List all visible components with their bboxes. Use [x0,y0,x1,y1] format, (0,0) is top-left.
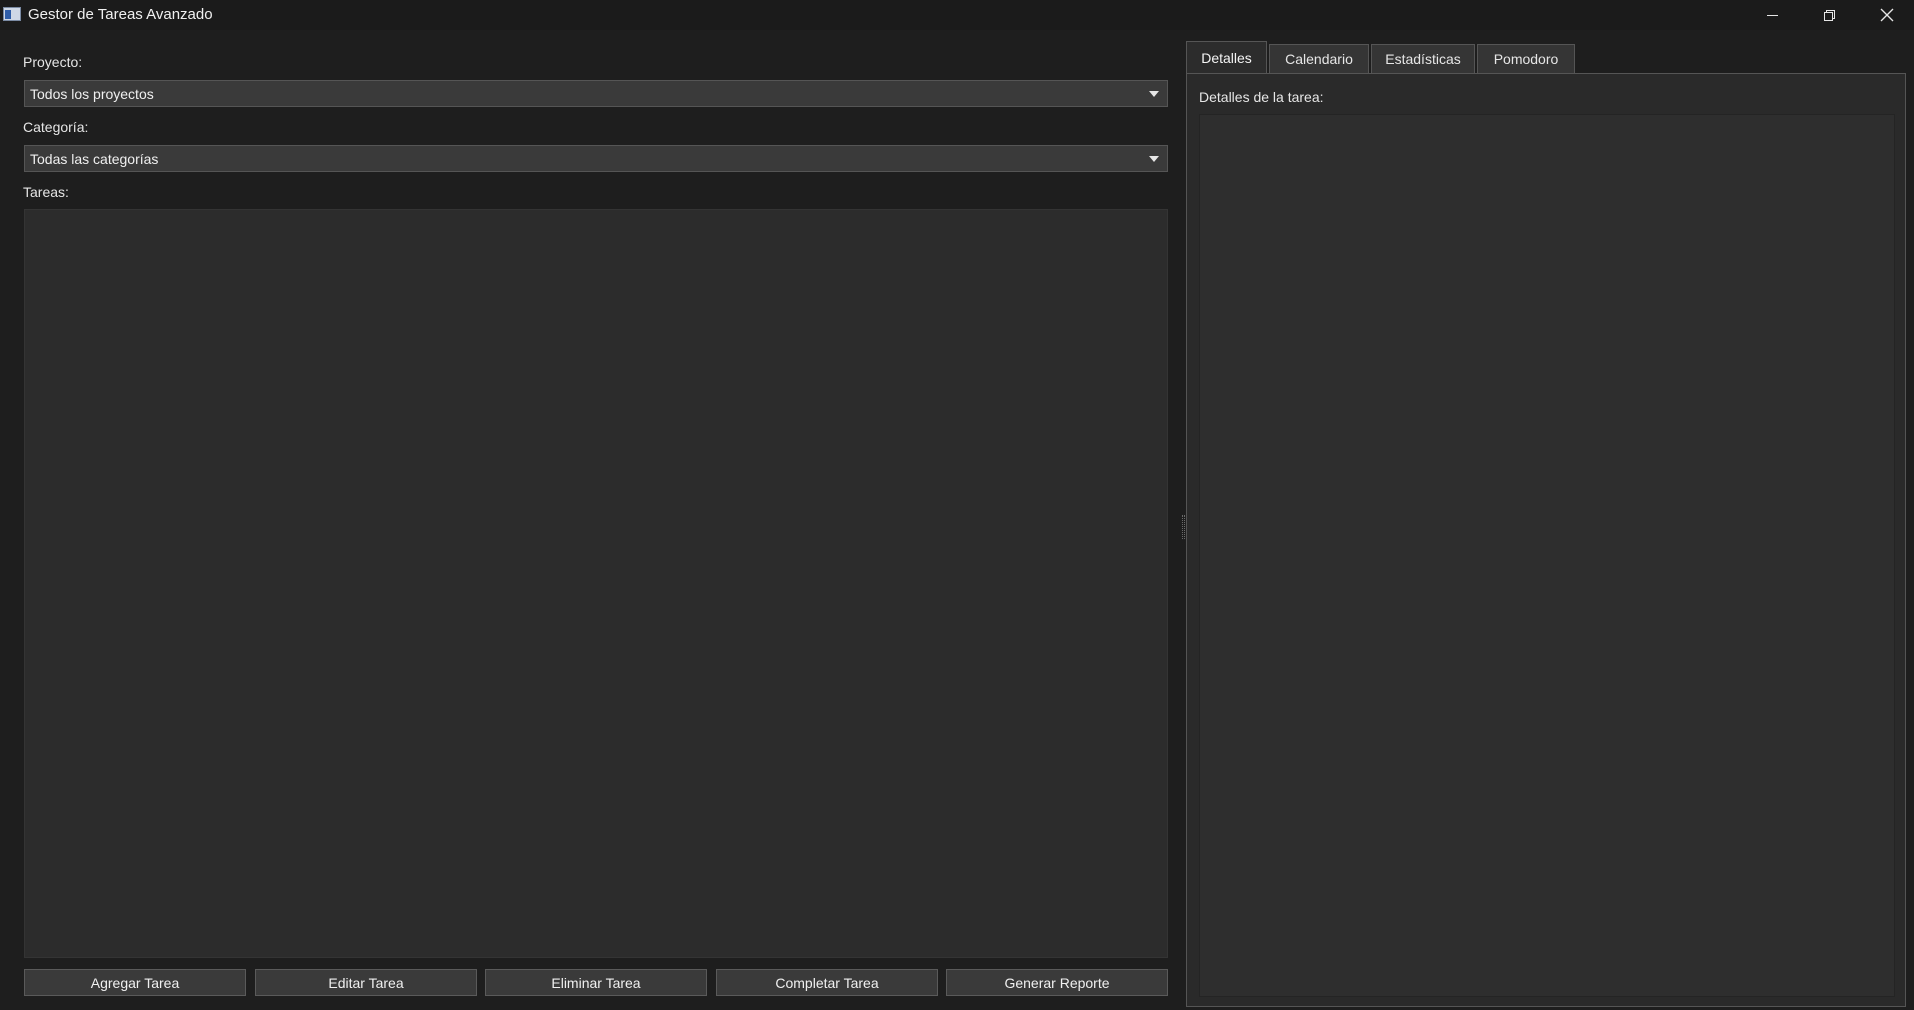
task-details-text[interactable] [1199,114,1895,997]
tasks-label: Tareas: [23,184,69,200]
chevron-down-icon [1149,156,1159,162]
category-select[interactable]: Todas las categorías [24,145,1168,172]
tab-calendar[interactable]: Calendario [1269,44,1369,73]
project-select-value: Todos los proyectos [30,86,154,102]
window-title: Gestor de Tareas Avanzado [28,6,213,23]
complete-task-button[interactable]: Completar Tarea [716,969,938,996]
category-label: Categoría: [23,119,89,135]
close-button[interactable] [1858,0,1914,30]
tab-pomodoro[interactable]: Pomodoro [1477,44,1575,73]
add-task-button[interactable]: Agregar Tarea [24,969,246,996]
generate-report-button[interactable]: Generar Reporte [946,969,1168,996]
task-list[interactable] [24,209,1168,958]
project-label: Proyecto: [23,54,83,70]
delete-task-button[interactable]: Eliminar Tarea [485,969,707,996]
details-tab-pane: Detalles de la tarea: [1186,73,1906,1007]
minimize-button[interactable] [1743,0,1801,30]
minimize-icon [1766,14,1778,16]
title-bar: Gestor de Tareas Avanzado [0,0,1914,30]
category-select-value: Todas las categorías [30,151,159,167]
restore-icon [1823,9,1835,21]
chevron-down-icon [1149,91,1159,97]
task-details-label: Detalles de la tarea: [1199,89,1324,105]
edit-task-button[interactable]: Editar Tarea [255,969,477,996]
project-select[interactable]: Todos los proyectos [24,80,1168,107]
tab-statistics[interactable]: Estadísticas [1371,44,1475,73]
app-icon [3,7,21,21]
restore-button[interactable] [1800,0,1858,30]
tab-details[interactable]: Detalles [1186,41,1267,74]
close-icon [1880,8,1894,22]
splitter-handle[interactable] [1182,515,1185,539]
